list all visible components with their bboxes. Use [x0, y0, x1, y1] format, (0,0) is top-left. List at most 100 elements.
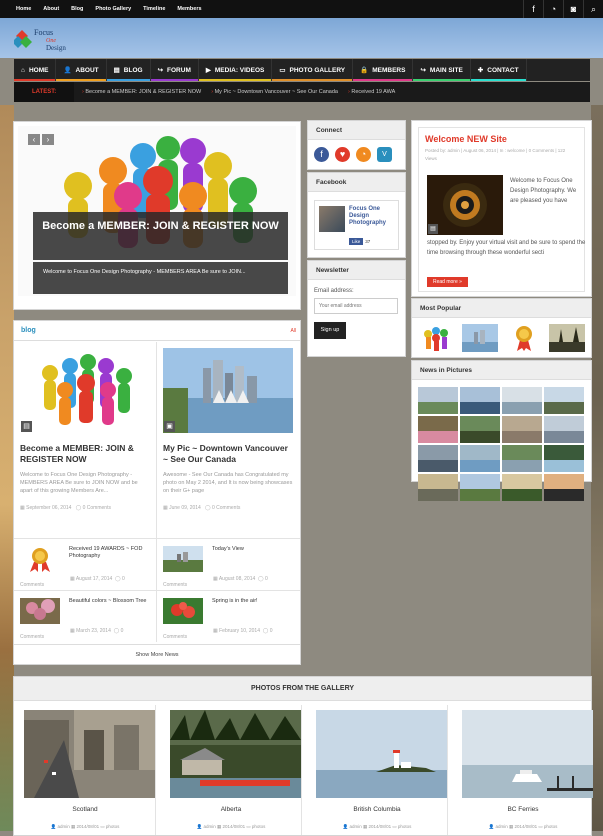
small-post-title[interactable]: Today's View [212, 546, 294, 553]
news-picture-thumb[interactable] [460, 416, 500, 443]
facebook-icon[interactable]: f [523, 0, 543, 18]
post-thumbnail[interactable] [163, 546, 203, 572]
rss-icon[interactable]: ◔ [543, 0, 563, 18]
topnav-home[interactable]: Home [10, 0, 37, 18]
gallery-item: Scotland 👤 admin ▦ 2014/08/01 ▭ photos [14, 705, 156, 835]
small-post-title[interactable]: Spring is in the air! [212, 598, 294, 605]
popular-thumb[interactable] [461, 324, 499, 352]
post-image[interactable]: ▤ [20, 348, 150, 433]
popular-thumb[interactable] [418, 324, 455, 352]
slider-next-button[interactable]: › [42, 134, 54, 145]
news-picture-thumb[interactable] [544, 445, 584, 472]
show-more-news-button[interactable]: Show More News [14, 644, 300, 664]
gallery-category[interactable]: photos [252, 824, 266, 829]
nav-item-blog[interactable]: ▤ BLOG [106, 59, 151, 81]
post-comments-link[interactable]: Comments [163, 582, 187, 588]
welcome-image[interactable]: ▤ [427, 175, 503, 235]
email-input[interactable] [314, 298, 398, 314]
rss-icon[interactable]: ◔ [356, 147, 371, 162]
welcome-title[interactable]: Welcome NEW Site [425, 134, 578, 144]
gallery-image[interactable] [316, 710, 447, 798]
site-logo[interactable]: Focus One Design [12, 26, 76, 52]
gallery-item-title[interactable]: British Columbia [306, 806, 448, 813]
small-post-title[interactable]: Received 19 AWARDS ~ FOD Photography [69, 546, 151, 560]
news-picture-thumb[interactable] [502, 387, 542, 414]
nav-item-photo-gallery[interactable]: ▭ PHOTO GALLERY [272, 59, 354, 81]
vk-icon[interactable]: V [377, 147, 392, 162]
topnav-about[interactable]: About [37, 0, 65, 18]
post-image[interactable]: ▣ [163, 348, 293, 433]
post-title[interactable]: Become a MEMBER: JOIN & REGISTER NOW [20, 443, 150, 465]
news-picture-thumb[interactable] [544, 387, 584, 414]
topnav-timeline[interactable]: Timeline [137, 0, 171, 18]
post-thumbnail[interactable] [163, 598, 203, 624]
news-picture-thumb[interactable] [418, 416, 458, 443]
gallery-item-title[interactable]: Alberta [160, 806, 302, 813]
post-thumbnail[interactable] [20, 598, 60, 624]
latest-item[interactable]: My Pic ~ Downtown Vancouver ~ See Our Ca… [211, 89, 338, 95]
connect-icons: f ♥ ◔ V [308, 140, 405, 169]
news-picture-thumb[interactable] [460, 445, 500, 472]
topnav-blog[interactable]: Blog [65, 0, 89, 18]
comment-icon: ◯ [113, 628, 121, 634]
gallery-category[interactable]: photos [544, 824, 558, 829]
blog-all-link[interactable]: All [290, 328, 296, 334]
heart-icon[interactable]: ♥ [335, 147, 350, 162]
news-picture-thumb[interactable] [502, 416, 542, 443]
gallery-category[interactable]: photos [398, 824, 412, 829]
gallery-category[interactable]: photos [106, 824, 120, 829]
latest-item[interactable]: Become a MEMBER: JOIN & REGISTER NOW [82, 89, 201, 95]
news-picture-thumb[interactable] [460, 474, 500, 501]
slider-prev-button[interactable]: ‹ [28, 134, 40, 145]
post-comment-count: 0 [120, 628, 124, 634]
slider-excerpt: Welcome to Focus One Design Photography … [33, 262, 288, 294]
nav-item-main-site[interactable]: ↪ MAIN SITE [413, 59, 471, 81]
topnav-photo-gallery[interactable]: Photo Gallery [89, 0, 137, 18]
award-icon[interactable] [20, 546, 60, 572]
gallery-image[interactable] [462, 710, 593, 798]
gallery-item-title[interactable]: BC Ferries [452, 806, 594, 813]
nav-item-about[interactable]: 👤 ABOUT [56, 59, 107, 81]
news-picture-thumb[interactable] [502, 474, 542, 501]
facebook-widget: Facebook Focus One Design Photography Li… [307, 172, 406, 258]
news-picture-thumb[interactable] [460, 387, 500, 414]
slider-image[interactable]: ‹ › Become a MEMBER: JOIN & REGISTER NOW… [18, 126, 296, 296]
gallery-image[interactable] [24, 710, 155, 798]
nav-item-contact[interactable]: ✚ CONTACT [470, 59, 527, 81]
read-more-button[interactable]: Read more » [427, 277, 468, 287]
post-title[interactable]: My Pic ~ Downtown Vancouver ~ See Our Ca… [163, 443, 294, 465]
facebook-page-box[interactable]: Focus One Design Photography Like 37 [314, 200, 399, 250]
gallery-item-title[interactable]: Scotland [14, 806, 156, 813]
news-picture-thumb[interactable] [418, 474, 458, 501]
facebook-icon[interactable]: f [314, 147, 329, 162]
sign-up-button[interactable]: Sign up [314, 322, 346, 339]
small-post-title[interactable]: Beautiful colors ~ Blossom Tree [69, 598, 151, 605]
post-comments-link[interactable]: Comments [20, 634, 44, 640]
latest-item[interactable]: Received 19 AWA [348, 89, 395, 95]
small-post: Received 19 AWARDS ~ FOD Photography ▦ A… [14, 538, 157, 590]
nav-item-home[interactable]: ⌂ HOME [14, 59, 57, 81]
news-picture-thumb[interactable] [502, 445, 542, 472]
topnav-members[interactable]: Members [171, 0, 207, 18]
popular-thumb[interactable] [548, 324, 586, 352]
nav-item-media-videos[interactable]: ▶ MEDIA: VIDEOS [198, 59, 273, 81]
nav-icon: 👤 [63, 67, 72, 74]
slider-title[interactable]: Become a MEMBER: JOIN & REGISTER NOW [33, 212, 288, 260]
folder-icon: ▭ [538, 824, 543, 829]
news-picture-thumb[interactable] [544, 474, 584, 501]
post-comments[interactable]: 0 Comments [83, 505, 111, 511]
like-button[interactable]: Like [349, 238, 364, 245]
post-comments-link[interactable]: Comments [163, 634, 187, 640]
search-icon[interactable]: ⌕ [583, 0, 603, 18]
nav-item-forum[interactable]: ↪ FORUM [150, 59, 199, 81]
gallery-image[interactable] [170, 710, 301, 798]
post-comments[interactable]: 0 Comments [212, 505, 240, 511]
camera-icon[interactable]: ◙ [563, 0, 583, 18]
award-icon[interactable] [505, 324, 542, 352]
news-picture-thumb[interactable] [418, 445, 458, 472]
news-picture-thumb[interactable] [418, 387, 458, 414]
news-picture-thumb[interactable] [544, 416, 584, 443]
post-comments-link[interactable]: Comments [20, 582, 44, 588]
facebook-page-name[interactable]: Focus One Design Photography [349, 206, 399, 227]
nav-item-members[interactable]: 🔒 MEMBERS [353, 59, 414, 81]
